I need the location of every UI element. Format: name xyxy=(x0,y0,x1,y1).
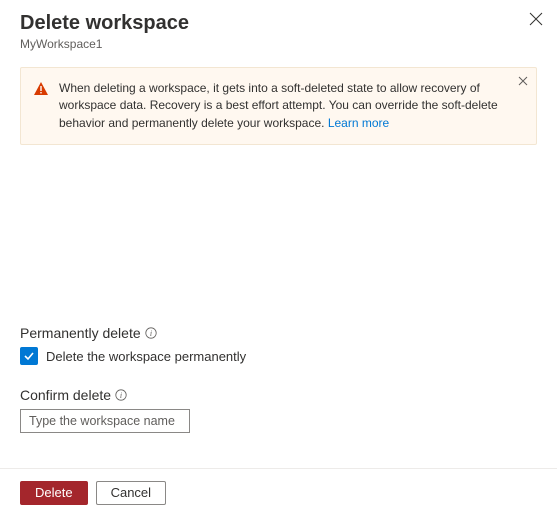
confirm-delete-label-text: Confirm delete xyxy=(20,387,111,403)
permanently-delete-checkbox[interactable] xyxy=(20,347,38,365)
dismiss-warning-button[interactable] xyxy=(518,76,528,86)
warning-message: When deleting a workspace, it gets into … xyxy=(59,81,498,130)
delete-button[interactable]: Delete xyxy=(20,481,88,505)
checkmark-icon xyxy=(23,350,35,362)
cancel-button[interactable]: Cancel xyxy=(96,481,166,505)
close-icon xyxy=(529,12,543,26)
permanently-delete-label-text: Permanently delete xyxy=(20,325,141,341)
permanently-delete-checkbox-label: Delete the workspace permanently xyxy=(46,349,246,364)
info-icon[interactable]: i xyxy=(145,327,157,339)
svg-text:i: i xyxy=(150,329,152,338)
warning-icon xyxy=(33,81,49,100)
dialog-footer: Delete Cancel xyxy=(0,468,557,525)
dialog-header: Delete workspace MyWorkspace1 xyxy=(0,0,557,51)
svg-text:i: i xyxy=(120,391,122,400)
dialog-content: When deleting a workspace, it gets into … xyxy=(0,51,557,145)
learn-more-link[interactable]: Learn more xyxy=(328,116,389,130)
form-area: Permanently delete i Delete the workspac… xyxy=(20,325,537,433)
permanently-delete-checkbox-row: Delete the workspace permanently xyxy=(20,347,537,365)
warning-text: When deleting a workspace, it gets into … xyxy=(59,80,508,132)
confirm-workspace-name-input[interactable] xyxy=(20,409,190,433)
dialog-title: Delete workspace xyxy=(20,12,537,35)
warning-banner: When deleting a workspace, it gets into … xyxy=(20,67,537,145)
permanently-delete-label: Permanently delete i xyxy=(20,325,537,341)
close-icon xyxy=(518,76,528,86)
close-dialog-button[interactable] xyxy=(529,12,543,26)
confirm-delete-label: Confirm delete i xyxy=(20,387,537,403)
workspace-name-subtitle: MyWorkspace1 xyxy=(20,37,537,51)
info-icon[interactable]: i xyxy=(115,389,127,401)
